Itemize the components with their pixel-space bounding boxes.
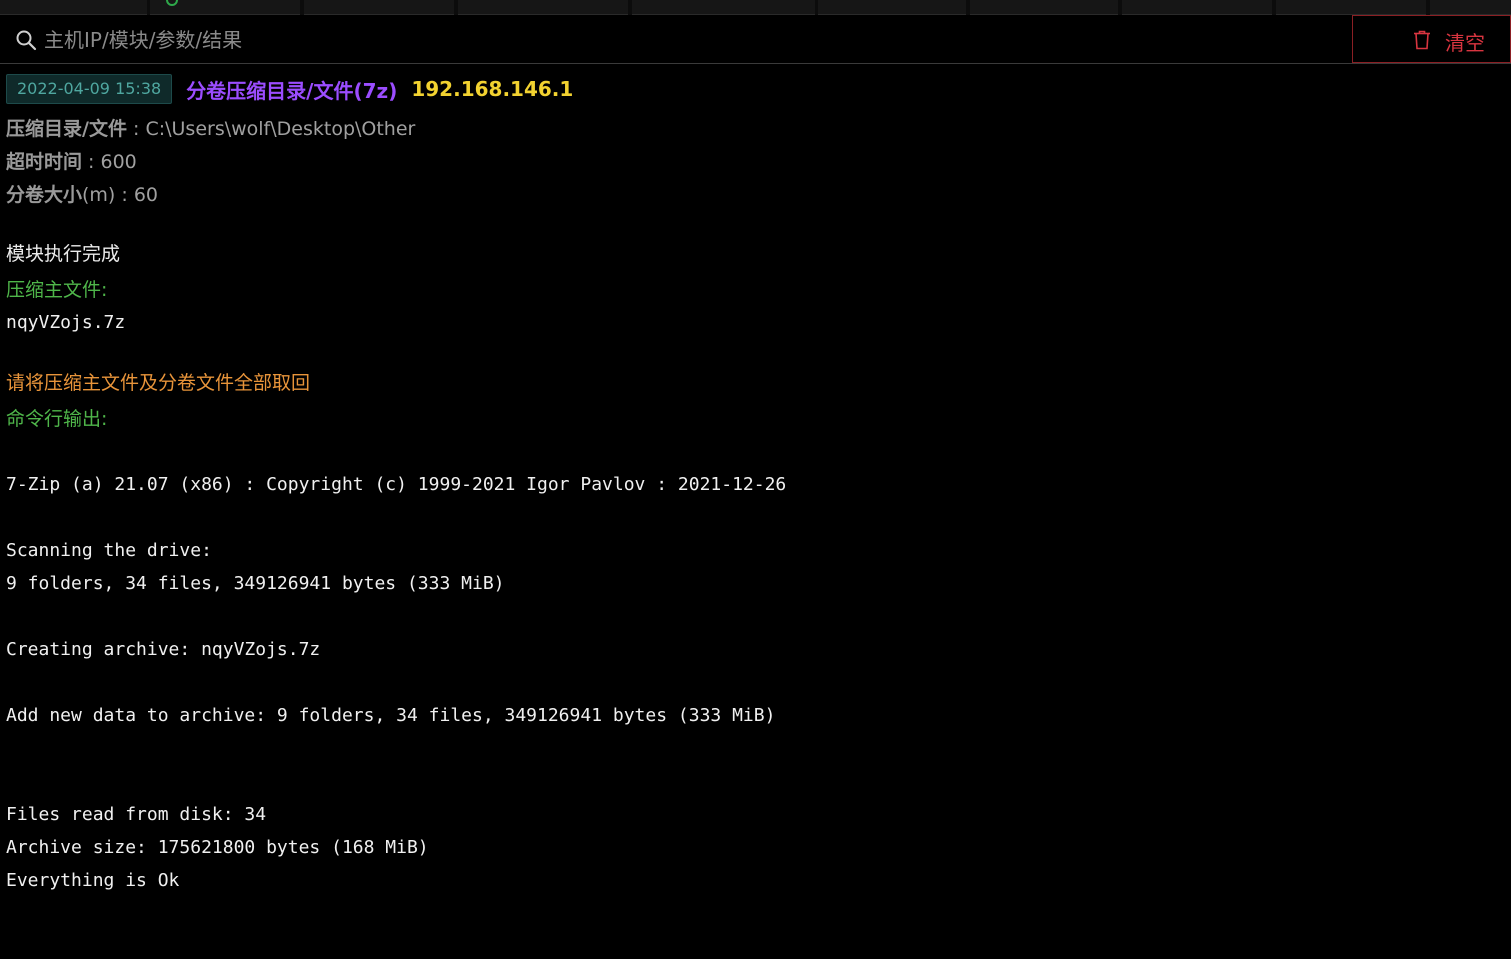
timestamp-badge: 2022-04-09 15:38 — [6, 74, 173, 104]
retrieve-notice: 请将压缩主文件及分卷文件全部取回 — [6, 372, 311, 394]
trash-icon — [1414, 30, 1430, 50]
param-key: 超时时间 — [6, 151, 83, 173]
tab-item[interactable] — [458, 0, 628, 15]
search-icon — [16, 30, 37, 51]
param-value: C:\Users\wolf\Desktop\Other — [145, 118, 416, 140]
tab-item[interactable] — [632, 0, 815, 15]
search-input[interactable] — [42, 24, 1346, 56]
cmd-output-line: Add new data to archive: 9 folders, 34 f… — [6, 705, 776, 726]
param-row: 分卷大小(m) : 60 — [6, 179, 1496, 212]
filter-bar: 清空 — [0, 15, 1511, 64]
tab-item[interactable] — [150, 0, 300, 15]
tab-item[interactable] — [970, 0, 1118, 15]
param-row: 压缩目录/文件 : C:\Users\wolf\Desktop\Other — [6, 113, 1496, 146]
cmd-output-line: 9 folders, 34 files, 349126941 bytes (33… — [6, 573, 505, 594]
log-entry: 2022-04-09 15:38 分卷压缩目录/文件(7z) 192.168.1… — [6, 72, 1496, 891]
tab-item[interactable] — [304, 0, 454, 15]
param-separator: : — [82, 151, 101, 173]
param-value: 60 — [133, 184, 159, 206]
module-title: 分卷压缩目录/文件(7z) — [186, 78, 398, 103]
cmd-output-line: Files read from disk: 34 — [6, 804, 267, 825]
cmd-output-line: Scanning the drive: — [6, 540, 212, 561]
param-separator: : — [126, 118, 146, 140]
param-key: 分卷大小 — [6, 184, 83, 206]
status-dot-icon — [166, 0, 178, 6]
tab-item[interactable] — [818, 0, 966, 15]
main-file-label: 压缩主文件: — [6, 279, 108, 301]
cmd-output-line: Creating archive: nqyVZojs.7z — [6, 639, 321, 660]
cmd-output-line: 7-Zip (a) 21.07 (x86) : Copyright (c) 19… — [6, 474, 787, 495]
status-message: 模块执行完成 — [6, 243, 121, 265]
tab-item[interactable] — [1122, 0, 1272, 15]
host-ip: 192.168.146.1 — [411, 77, 574, 101]
cmd-output-label: 命令行输出: — [6, 408, 108, 430]
clear-button-label: 清空 — [1445, 31, 1485, 55]
tab-item[interactable] — [0, 0, 147, 15]
param-value: 600 — [100, 151, 137, 173]
param-row: 超时时间 : 600 — [6, 146, 1496, 179]
tab-item[interactable] — [1276, 0, 1426, 15]
param-separator: : — [115, 184, 134, 206]
tab-item[interactable] — [1430, 0, 1511, 15]
cmd-output-line: Everything is Ok — [6, 870, 180, 891]
clear-button[interactable]: 清空 — [1352, 15, 1511, 63]
tab-strip — [0, 0, 1511, 15]
main-file-name: nqyVZojs.7z — [6, 312, 126, 333]
param-key: 压缩目录/文件 — [6, 118, 127, 140]
cmd-output-line: Archive size: 175621800 bytes (168 MiB) — [6, 837, 429, 858]
param-key-suffix: (m) — [82, 184, 116, 206]
log-entry-header: 2022-04-09 15:38 分卷压缩目录/文件(7z) 192.168.1… — [6, 72, 1496, 106]
